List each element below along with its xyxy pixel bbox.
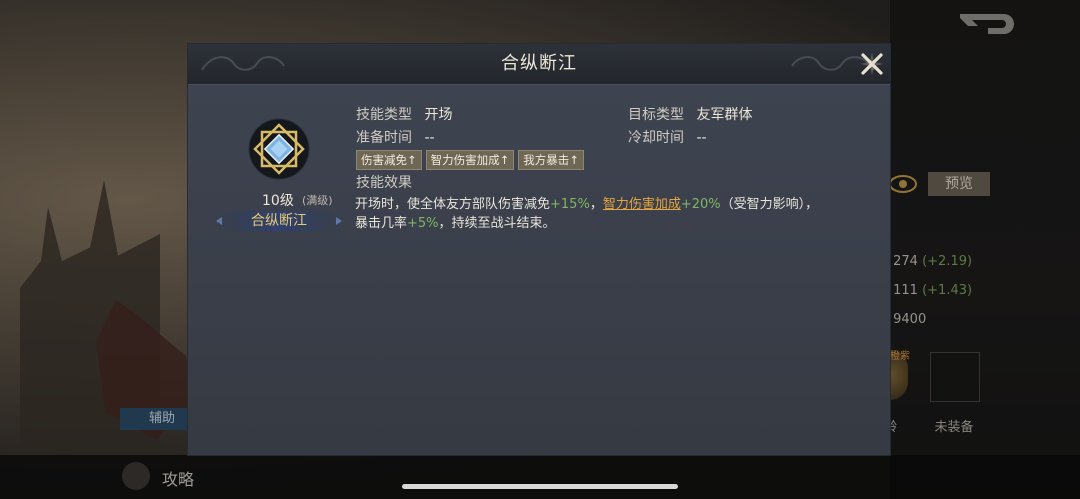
desc-value: +5% — [407, 216, 439, 231]
effect-tag: 伤害减免↑ — [356, 150, 422, 170]
effect-label: 技能效果 — [356, 175, 412, 191]
cooldown-row: 冷却时间 -- — [628, 127, 707, 147]
skill-level: 10级 — [262, 193, 294, 209]
target-type-value: 友军群体 — [696, 107, 753, 123]
desc-text: 暴击几率 — [355, 216, 408, 231]
effect-tags: 伤害减免↑ 智力伤害加成↑ 我方暴击↑ — [356, 150, 584, 170]
skill-type-label: 技能类型 — [356, 107, 412, 123]
prep-time-label: 准备时间 — [356, 130, 412, 146]
intel-damage-link[interactable]: 智力伤害加成 — [603, 197, 681, 212]
home-indicator[interactable] — [402, 484, 678, 489]
desc-value: +20% — [680, 197, 721, 212]
target-type-label: 目标类型 — [628, 107, 684, 123]
desc-text: 开场时，使全体友方部队伤害减免 — [355, 197, 551, 212]
skill-type-value: 开场 — [424, 107, 453, 123]
desc-text: ， — [589, 197, 603, 212]
max-level-tag: (满级) — [302, 194, 333, 207]
skill-description: 开场时，使全体友方部队伤害减免+15%，智力伤害加成+20%（受智力影响）， 暴… — [355, 195, 855, 233]
desc-text: （受智力影响）， — [720, 197, 819, 212]
skill-name: 合纵断江 — [251, 213, 307, 229]
prep-time-value: -- — [424, 130, 435, 146]
dialog-header: 合纵断江 — [188, 44, 890, 85]
desc-value: +15% — [550, 197, 590, 212]
close-icon[interactable] — [858, 50, 886, 78]
cooldown-label: 冷却时间 — [628, 130, 684, 146]
skill-diamond-icon — [248, 118, 310, 180]
effect-tag: 智力伤害加成↑ — [425, 150, 515, 170]
desc-text: ，持续至战斗结束。 — [438, 216, 556, 231]
dialog-title: 合纵断江 — [501, 53, 577, 74]
prep-time-row: 准备时间 -- — [356, 127, 435, 147]
effect-tag: 我方暴击↑ — [518, 150, 584, 170]
skill-type-row: 技能类型 开场 — [356, 104, 452, 124]
cooldown-value: -- — [696, 130, 707, 146]
target-type-row: 目标类型 友军群体 — [628, 104, 752, 124]
effect-heading: 技能效果 — [356, 172, 412, 192]
skill-detail-dialog: 合纵断江 10级 (满级) 合纵断江 技能类型 开场 目标类型 友军群体 准备时… — [188, 44, 890, 455]
